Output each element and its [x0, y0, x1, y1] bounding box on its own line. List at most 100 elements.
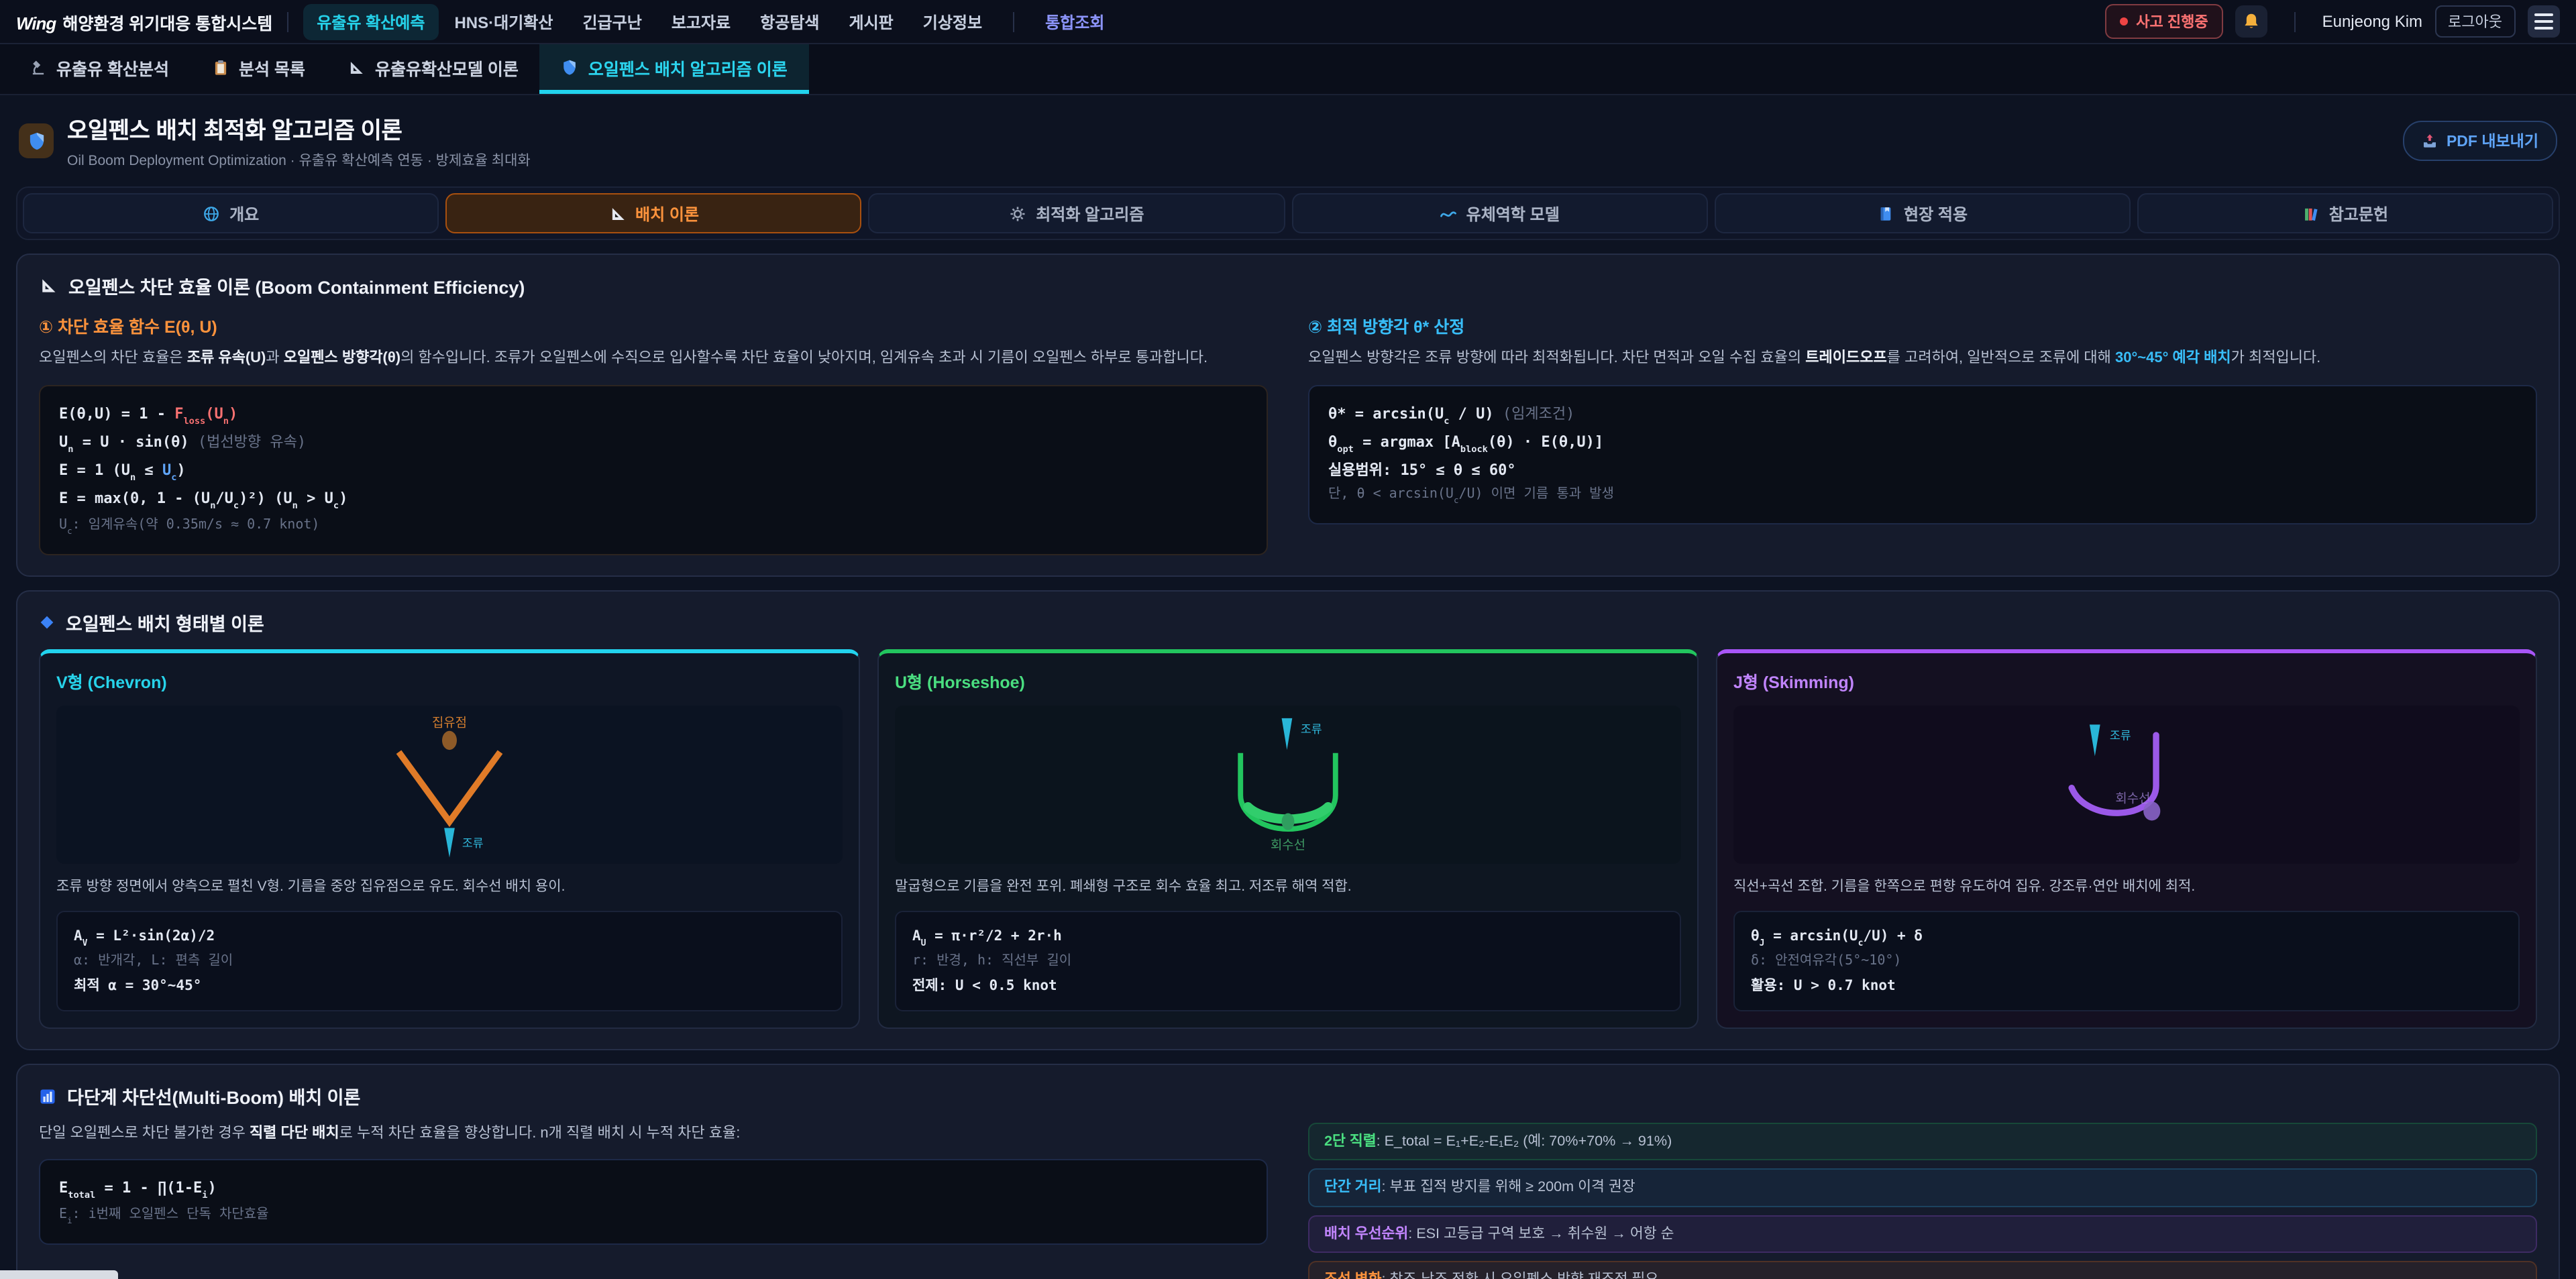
shape-card-horseshoe: U형 (Horseshoe) 조류 회수선 말굽형으로 기름을 완전 포위. 폐…: [877, 649, 1699, 1030]
divider: [2294, 11, 2296, 32]
nav-aerial-search[interactable]: 항공탐색: [747, 3, 833, 40]
nav-board[interactable]: 게시판: [836, 3, 907, 40]
nav-hns-diffusion[interactable]: HNS·대기확산: [441, 3, 566, 40]
shield-icon: [561, 58, 579, 76]
recovery-vessel-label: 회수선: [1271, 838, 1305, 852]
current-label: 조류: [1301, 722, 1322, 736]
multi-boom-card: 다단계 차단선(Multi-Boom) 배치 이론 단일 오일펜스로 차단 불가…: [16, 1064, 2560, 1279]
set-square-icon: [608, 205, 626, 222]
nav-oil-spill-prediction[interactable]: 유출유 확산예측: [303, 3, 438, 40]
nav-weather[interactable]: 기상정보: [910, 3, 996, 40]
browser-status-strip: [0, 1270, 118, 1279]
tab-analysis-list[interactable]: 분석 목록: [191, 44, 327, 94]
current-arrow-icon: [444, 828, 455, 857]
bar-chart-icon: [39, 1087, 56, 1105]
tab-label: 유출유확산모델 이론: [375, 54, 519, 80]
formula-line: E = max(0, 1 - (Un/Uc)²) (Un > Uc): [59, 486, 1248, 514]
formula-line: AU = π·r²/2 + 2r·h: [912, 924, 1664, 950]
app-logo[interactable]: Wing 해양환경 위기대응 통합시스템: [16, 9, 272, 34]
current-arrow-icon: [2090, 724, 2100, 756]
tab-diffusion-model-theory[interactable]: 유출유확산모델 이론: [327, 44, 540, 94]
tab-boom-algorithm-theory[interactable]: 오일펜스 배치 알고리즘 이론: [540, 44, 809, 94]
chevron-formula-block: AV = L²·sin(2α)/2 α: 반개각, L: 편측 길이 최적 α …: [56, 911, 843, 1012]
policy-label: 조석 변화: [1324, 1272, 1381, 1279]
logout-button[interactable]: 로그아웃: [2434, 5, 2516, 38]
recovery-vessel-label: 회수선: [2115, 791, 2150, 805]
page-subtitle: Oil Boom Deployment Optimization · 유출유 확…: [67, 150, 531, 170]
policy-text: : ESI 고등급 구역 보호 → 취수원 → 어항 순: [1408, 1225, 1674, 1241]
formula-line: θJ = arcsin(Uc/U) + δ: [1751, 924, 2502, 950]
page-title-icon: [19, 123, 54, 158]
shapes-card-header: 오일펜스 배치 형태별 이론: [39, 609, 2537, 636]
logo-wing-mark: Wing: [16, 13, 56, 33]
formula-note: r: 반경, h: 직선부 길이: [912, 950, 1664, 974]
optimal-angle-paragraph: 오일펜스 방향각은 조류 방향에 따라 최적화됩니다. 차단 면적과 오일 수집…: [1308, 347, 2537, 371]
nav-emergency-rescue[interactable]: 긴급구난: [569, 3, 655, 40]
multi-boom-formula-block: Etotal = 1 - ∏(1-Ei) Ei: i번째 오일펜스 단독 차단효…: [39, 1159, 1268, 1245]
tab-references[interactable]: 참고문헌: [2137, 193, 2553, 233]
pdf-export-button[interactable]: PDF 내보내기: [2404, 121, 2557, 161]
nav-reports[interactable]: 보고자료: [658, 3, 744, 40]
page-header: 오일펜스 배치 최적화 알고리즘 이론 Oil Boom Deployment …: [0, 95, 2576, 184]
tab-label: 배치 이론: [635, 202, 699, 225]
tab-label: 유출유 확산분석: [56, 54, 169, 80]
shape-card-chevron: V형 (Chevron) 집유점 조류 조류 방향 정면에서 양측으로 펼친 V…: [39, 649, 860, 1030]
v-boom-line: [398, 752, 500, 822]
efficiency-function-title: ① 차단 효율 함수 E(θ, U): [39, 313, 1268, 338]
deployment-policy-list: 2단 직렬: E_total = E₁+E₂-E₁E₂ (예: 70%+70% …: [1308, 1123, 2537, 1279]
current-arrow-icon: [1282, 718, 1293, 750]
optimal-angle-title: ② 최적 방향각 θ* 산정: [1308, 313, 2537, 338]
top-nav-right: 사고 진행중 Eunjeong Kim 로그아웃: [2105, 4, 2560, 39]
tab-label: 참고문헌: [2329, 202, 2388, 225]
tab-spill-analysis[interactable]: 유출유 확산분석: [8, 44, 191, 94]
formula-line: E = 1 (Un ≤ Uc): [59, 457, 1248, 486]
efficiency-formula-block: E(θ,U) = 1 - Floss(Un) Un = U · sin(θ) (…: [39, 384, 1268, 555]
deployment-shapes-card: 오일펜스 배치 형태별 이론 V형 (Chevron) 집유점 조류 조류 방향…: [16, 590, 2560, 1051]
page-title: 오일펜스 배치 최적화 알고리즘 이론: [67, 111, 531, 145]
skimming-diagram: 조류 회수선: [1733, 706, 2520, 864]
current-label: 조류: [2110, 728, 2131, 742]
formula-line: θ* = arcsin(Uc / U) (임계조건): [1328, 400, 2517, 429]
diamond-icon: [39, 614, 55, 630]
formula-note: δ: 안전여유각(5°~10°): [1751, 950, 2502, 974]
formula-line: 실용범위: 15° ≤ θ ≤ 60°: [1328, 457, 2517, 484]
tab-optimization-algorithm[interactable]: 최적화 알고리즘: [869, 193, 1285, 233]
microscope-icon: [30, 58, 47, 76]
tab-label: 분석 목록: [239, 54, 305, 80]
hamburger-menu-button[interactable]: [2528, 5, 2560, 38]
formula-line: Etotal = 1 - ∏(1-Ei): [59, 1175, 1248, 1203]
page-title-block: 오일펜스 배치 최적화 알고리즘 이론 Oil Boom Deployment …: [67, 111, 531, 170]
policy-text: : E_total = E₁+E₂-E₁E₂ (예: 70%+70% → 91%…: [1377, 1133, 1672, 1150]
formula-note: Ei: i번째 오일펜스 단독 차단효율: [59, 1203, 1248, 1229]
incident-badge-label: 사고 진행중: [2136, 11, 2208, 32]
divider: [1013, 11, 1014, 32]
formula-line: AV = L²·sin(2α)/2: [74, 924, 825, 950]
notifications-button[interactable]: [2235, 5, 2267, 38]
collection-point-dot: [442, 731, 457, 750]
top-nav: Wing 해양환경 위기대응 통합시스템 유출유 확산예측 HNS·대기확산 긴…: [0, 0, 2576, 44]
tab-deployment-theory[interactable]: 배치 이론: [445, 193, 861, 233]
recovery-point-dot: [1282, 813, 1295, 830]
tab-field-application[interactable]: 현장 적용: [1714, 193, 2130, 233]
bell-icon: [2242, 12, 2261, 31]
policy-text: : 창조·낙조 전환 시 오일펜스 방향 재조정 필요: [1381, 1272, 1658, 1279]
horseshoe-formula-block: AU = π·r²/2 + 2r·h r: 반경, h: 직선부 길이 전제: …: [895, 911, 1681, 1012]
tab-overview[interactable]: 개요: [23, 193, 439, 233]
current-label: 조류: [462, 836, 484, 850]
multi-boom-left-column: 단일 오일펜스로 차단 불가한 경우 직렬 다단 배치로 누적 차단 효율을 향…: [39, 1123, 1268, 1279]
horseshoe-title: U형 (Horseshoe): [895, 668, 1681, 693]
chevron-description: 조류 방향 정면에서 양측으로 펼친 V형. 기름을 중앙 집유점으로 유도. …: [56, 876, 843, 899]
formula-line: 전제: U < 0.5 knot: [912, 974, 1664, 999]
optimal-angle-formula-block: θ* = arcsin(Uc / U) (임계조건) θopt = argmax…: [1308, 384, 2537, 524]
multi-boom-title: 다단계 차단선(Multi-Boom) 배치 이론: [67, 1082, 360, 1109]
policy-tidal-change: 조석 변화: 창조·낙조 전환 시 오일펜스 방향 재조정 필요: [1308, 1261, 2537, 1279]
formula-note: Uc: 임계유속(약 0.35m/s ≈ 0.7 knot): [59, 514, 1248, 539]
formula-line: E(θ,U) = 1 - Floss(Un): [59, 400, 1248, 429]
nav-integrated-search[interactable]: 통합조회: [1032, 3, 1118, 40]
horseshoe-diagram: 조류 회수선: [895, 706, 1681, 864]
tab-hydrodynamics-model[interactable]: 유체역학 모델: [1291, 193, 1707, 233]
chevron-diagram: 집유점 조류: [56, 706, 843, 864]
pdf-export-label: PDF 내보내기: [2447, 130, 2538, 152]
formula-note: 단, θ < arcsin(Uc/U) 이면 기름 통과 발생: [1328, 483, 2517, 508]
app-root: Wing 해양환경 위기대응 통합시스템 유출유 확산예측 HNS·대기확산 긴…: [0, 0, 2576, 1279]
